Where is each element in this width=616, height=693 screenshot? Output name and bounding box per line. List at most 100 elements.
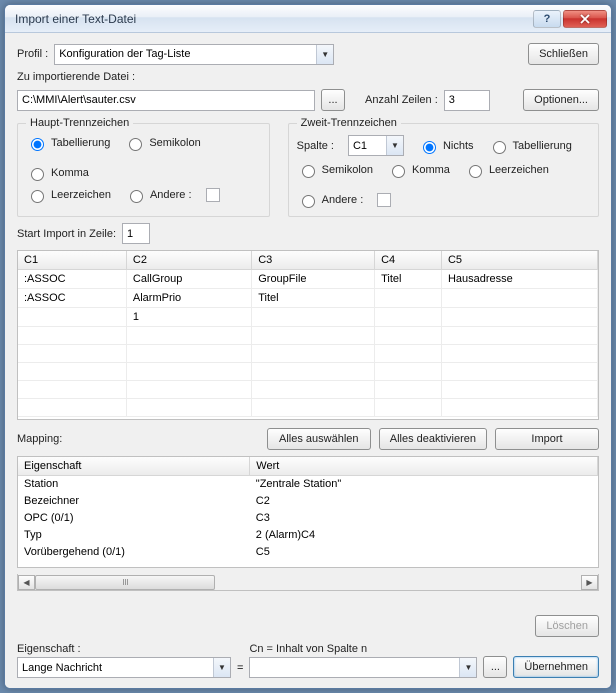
radio2-semicolon[interactable]: Semikolon [297, 162, 373, 178]
mapping-prop: Vorübergehend (0/1) [18, 544, 250, 561]
table-row[interactable]: :ASSOCAlarmPrioTitel [18, 289, 598, 308]
radio2-comma[interactable]: Komma [387, 162, 450, 178]
preview-col-header[interactable]: C3 [252, 251, 375, 270]
table-row[interactable] [18, 363, 598, 381]
radio-tab[interactable]: Tabellierung [26, 135, 110, 151]
window-title: Import einer Text-Datei [15, 12, 533, 26]
radio-other[interactable]: Andere : [125, 187, 192, 203]
equals-label: = [237, 662, 243, 678]
table-cell [126, 363, 251, 381]
second-sep-legend: Zweit-Trennzeichen [297, 117, 401, 129]
start-line-input[interactable] [122, 223, 150, 244]
second-separator-group: Zweit-Trennzeichen Spalte : C1 ▼ Nichts … [288, 117, 599, 217]
table-cell [18, 327, 126, 345]
table-row[interactable] [18, 327, 598, 345]
import-button[interactable]: Import [495, 428, 599, 450]
close-button[interactable]: Schließen [528, 43, 599, 65]
table-cell: :ASSOC [18, 289, 126, 308]
profile-label: Profil : [17, 48, 48, 60]
table-cell [375, 308, 442, 327]
mapping-table[interactable]: Eigenschaft Wert Station"Zentrale Statio… [17, 456, 599, 568]
table-cell [18, 345, 126, 363]
radio-semicolon[interactable]: Semikolon [124, 135, 200, 151]
mapping-val: "Zentrale Station" [250, 476, 598, 493]
scroll-right-icon[interactable]: ▶ [581, 575, 598, 590]
radio2-tab[interactable]: Tabellierung [488, 138, 572, 154]
table-cell [126, 345, 251, 363]
scroll-left-icon[interactable]: ◀ [18, 575, 35, 590]
scroll-thumb[interactable] [35, 575, 215, 590]
mapping-val: 2 (Alarm)C4 [250, 527, 598, 544]
formula-browse-button[interactable]: ... [483, 656, 507, 678]
table-cell [18, 399, 126, 417]
table-cell: Hausadresse [441, 270, 597, 289]
horizontal-scrollbar[interactable]: ◀ ▶ [17, 574, 599, 591]
mapping-row[interactable]: Typ2 (Alarm)C4 [18, 527, 598, 544]
mapping-val: C5 [250, 544, 598, 561]
radio-space[interactable]: Leerzeichen [26, 187, 111, 203]
table-row[interactable]: 1 [18, 308, 598, 327]
table-cell: GroupFile [252, 270, 375, 289]
table-cell [441, 381, 597, 399]
file-path-input[interactable] [17, 90, 315, 111]
preview-col-header[interactable]: C2 [126, 251, 251, 270]
column-select[interactable]: C1 ▼ [348, 135, 404, 156]
profile-value: Konfiguration der Tag-Liste [59, 48, 190, 60]
radio2-none[interactable]: Nichts [418, 138, 474, 154]
table-cell [18, 363, 126, 381]
property-select[interactable]: Lange Nachricht ▼ [17, 657, 231, 678]
radio2-space[interactable]: Leerzeichen [464, 162, 549, 178]
column-label: Spalte : [297, 140, 334, 152]
formula-value-input[interactable]: ▼ [249, 657, 477, 678]
property-value: Lange Nachricht [22, 662, 102, 674]
select-all-button[interactable]: Alles auswählen [267, 428, 371, 450]
preview-col-header[interactable]: C1 [18, 251, 126, 270]
table-cell [375, 345, 442, 363]
lines-input[interactable] [444, 90, 490, 111]
table-cell [126, 381, 251, 399]
table-cell [126, 327, 251, 345]
options-button[interactable]: Optionen... [523, 89, 599, 111]
mapping-col-prop: Eigenschaft [18, 457, 250, 476]
apply-button[interactable]: Übernehmen [513, 656, 599, 678]
table-row[interactable] [18, 345, 598, 363]
preview-table[interactable]: C1C2C3C4C5 :ASSOCCallGroupGroupFileTitel… [17, 250, 599, 420]
mapping-row[interactable]: Station"Zentrale Station" [18, 476, 598, 493]
preview-col-header[interactable]: C5 [441, 251, 597, 270]
delete-button[interactable]: Löschen [535, 615, 599, 637]
table-cell [375, 381, 442, 399]
titlebar[interactable]: Import einer Text-Datei ? [5, 5, 611, 33]
table-cell [441, 289, 597, 308]
table-row[interactable] [18, 399, 598, 417]
dialog-window: Import einer Text-Datei ? Profil : Konfi… [4, 4, 612, 689]
window-close-button[interactable] [563, 10, 607, 28]
table-row[interactable] [18, 381, 598, 399]
table-cell [18, 381, 126, 399]
chevron-down-icon: ▼ [213, 658, 230, 677]
help-button[interactable]: ? [533, 10, 561, 28]
mapping-prop: OPC (0/1) [18, 510, 250, 527]
mapping-row[interactable]: BezeichnerC2 [18, 493, 598, 510]
property-label: Eigenschaft : [17, 643, 231, 655]
scroll-track[interactable] [35, 575, 581, 590]
table-row[interactable]: :ASSOCCallGroupGroupFileTitelHausadresse [18, 270, 598, 289]
other-char-input[interactable] [206, 188, 220, 202]
main-separator-group: Haupt-Trennzeichen Tabellierung Semikolo… [17, 117, 270, 217]
chevron-down-icon: ▼ [386, 136, 403, 155]
start-line-label: Start Import in Zeile: [17, 228, 116, 240]
browse-file-button[interactable]: ... [321, 89, 345, 111]
preview-col-header[interactable]: C4 [375, 251, 442, 270]
deselect-all-button[interactable]: Alles deaktivieren [379, 428, 487, 450]
radio2-other[interactable]: Andere : [297, 192, 364, 208]
other2-char-input[interactable] [377, 193, 391, 207]
profile-select[interactable]: Konfiguration der Tag-Liste ▼ [54, 44, 334, 65]
table-cell [126, 399, 251, 417]
mapping-row[interactable]: Vorübergehend (0/1)C5 [18, 544, 598, 561]
mapping-val: C3 [250, 510, 598, 527]
mapping-row[interactable]: OPC (0/1)C3 [18, 510, 598, 527]
table-cell [18, 308, 126, 327]
mapping-label: Mapping: [17, 433, 62, 445]
lines-label: Anzahl Zeilen : [365, 94, 438, 106]
table-cell [252, 399, 375, 417]
radio-comma[interactable]: Komma [26, 165, 89, 181]
